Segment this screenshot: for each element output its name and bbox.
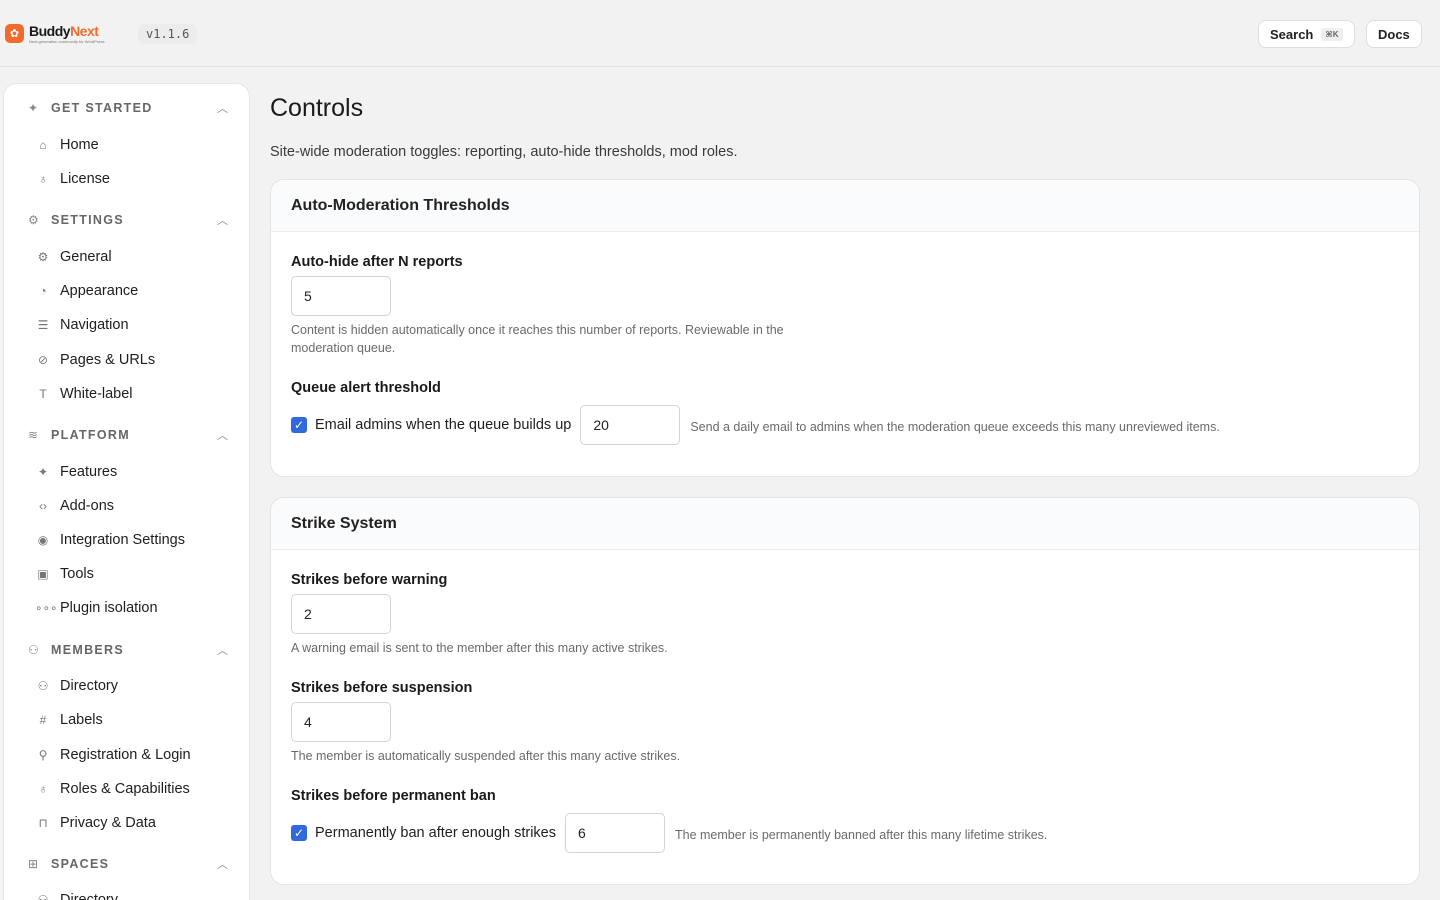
sidebar: ✦ GET STARTED ︿ ⌂ Home ♁ License ⚙ SETTI… [3,83,250,900]
dots-icon: ∘∘∘ [35,601,58,615]
eye-icon: ◉ [37,533,49,547]
sidebar-group-spaces[interactable]: ⊞ SPACES ︿ [28,854,228,874]
version-badge: v1.1.6 [138,24,198,44]
chevron-up-icon: ︿ [217,215,228,227]
lock-icon: ⊓ [38,816,48,830]
strikes-ban-field: Strikes before permanent ban ✓ Permanent… [291,788,1047,853]
strikes-warning-help: A warning email is sent to the member af… [291,641,668,655]
chevron-up-icon: ︿ [217,103,228,115]
permanent-ban-checkbox[interactable]: ✓ [291,825,307,841]
strikes-suspension-field: Strikes before suspension The member is … [291,680,680,765]
users-icon: ⚇ [37,679,49,693]
strikes-warning-input[interactable] [291,594,391,634]
page-subtitle: Site-wide moderation toggles: reporting,… [270,144,738,160]
layers-icon: ≋ [28,428,39,442]
auto-moderation-card: Auto-Moderation Thresholds Auto-hide aft… [270,179,1420,477]
queue-alert-label: Queue alert threshold [291,380,441,396]
sidebar-group-members[interactable]: ⚇ MEMBERS ︿ [28,640,228,660]
users-icon: ⚇ [37,893,49,900]
queue-alert-input[interactable] [580,405,681,445]
sidebar-item-spaces-directory[interactable]: ⚇ Directory [35,889,118,900]
permanent-ban-checkbox-label[interactable]: Permanently ban after enough strikes [315,825,556,841]
strikes-ban-label: Strikes before permanent ban [291,788,496,804]
queue-alert-checkbox-label[interactable]: Email admins when the queue builds up [315,417,571,433]
queue-alert-checkbox[interactable]: ✓ [291,417,307,433]
sidebar-item-white-label[interactable]: T White-label [35,383,132,405]
sidebar-item-roles-capabilities[interactable]: ♁ Roles & Capabilities [35,778,190,800]
sparkles-icon: ✦ [28,101,39,115]
sidebar-group-settings[interactable]: ⚙ SETTINGS ︿ [28,210,228,230]
queue-alert-help: Send a daily email to admins when the mo… [690,420,1220,434]
strikes-suspension-label: Strikes before suspension [291,680,473,696]
sidebar-item-pages-urls[interactable]: ⊘ Pages & URLs [35,349,155,371]
home-icon: ⌂ [39,138,47,152]
strikes-suspension-input[interactable] [291,702,391,742]
palette-icon: ◔ [39,284,47,298]
sidebar-item-plugin-isolation[interactable]: ∘∘∘ Plugin isolation [35,597,158,619]
sidebar-item-tools[interactable]: ▣ Tools [35,563,94,585]
code-icon: ‹› [39,499,47,513]
queue-alert-field: Queue alert threshold ✓ Email admins whe… [291,380,1220,445]
sidebar-item-privacy-data[interactable]: ⊓ Privacy & Data [35,812,156,834]
top-bar: ✿ BuddyNext Next-generation community fo… [0,0,1440,67]
autohide-input[interactable] [291,276,391,316]
sidebar-item-integration-settings[interactable]: ◉ Integration Settings [35,529,185,551]
strikes-warning-label: Strikes before warning [291,572,448,588]
award-icon: ♁ [38,172,48,186]
sidebar-group-get-started[interactable]: ✦ GET STARTED ︿ [28,98,228,118]
users-icon: ⚇ [28,643,39,657]
cpu-icon: ▣ [37,567,49,581]
hash-icon: # [39,713,47,727]
sidebar-item-navigation[interactable]: ☰ Navigation [35,314,129,336]
type-icon: T [39,387,47,401]
auto-moderation-card-title: Auto-Moderation Thresholds [271,180,1419,232]
brand-logo[interactable]: ✿ BuddyNext Next-generation community fo… [5,24,105,44]
sidebar-item-license[interactable]: ♁ License [35,168,110,190]
award-icon: ♁ [38,782,48,796]
sidebar-item-general[interactable]: ⚙ General [35,246,112,268]
strikes-suspension-help: The member is automatically suspended af… [291,749,681,763]
search-button[interactable]: Search ⌘K [1258,20,1355,48]
sidebar-item-registration-login[interactable]: ⚲ Registration & Login [35,744,191,766]
sidebar-item-directory[interactable]: ⚇ Directory [35,675,118,697]
search-button-label: Search [1270,26,1314,42]
chevron-up-icon: ︿ [217,430,228,442]
logo-icon: ✿ [5,24,24,43]
chevron-up-icon: ︿ [217,859,228,871]
page-title: Controls [270,94,364,122]
autohide-label: Auto-hide after N reports [291,254,463,270]
strike-system-card-title: Strike System [271,498,1419,550]
logo-tagline: Next-generation community for WordPress [29,39,105,44]
chevron-up-icon: ︿ [217,645,228,657]
sidebar-item-labels[interactable]: # Labels [35,709,103,731]
strikes-ban-input[interactable] [565,813,665,853]
sidebar-item-features[interactable]: ✦ Features [35,461,117,483]
gear-icon: ⚙ [37,250,49,264]
sparkles-icon: ✦ [37,465,49,479]
sidebar-item-add-ons[interactable]: ‹› Add-ons [35,495,114,517]
logo-name: BuddyNext [29,23,99,39]
autohide-help: Content is hidden automatically once it … [291,323,784,355]
docs-button[interactable]: Docs [1366,20,1422,48]
list-icon: ☰ [37,318,49,332]
strikes-ban-help: The member is permanently banned after t… [675,828,1048,842]
gear-icon: ⚙ [28,213,39,227]
autohide-field: Auto-hide after N reports Content is hid… [291,254,821,357]
sidebar-item-home[interactable]: ⌂ Home [35,134,98,156]
link-icon: ⊘ [37,353,49,367]
strikes-warning-field: Strikes before warning A warning email i… [291,572,668,657]
strike-system-card: Strike System Strikes before warning A w… [270,497,1420,885]
sidebar-group-platform[interactable]: ≋ PLATFORM ︿ [28,425,228,445]
user-icon: ⚲ [38,748,48,762]
grid-icon: ⊞ [28,857,39,871]
sidebar-item-appearance[interactable]: ◔ Appearance [35,280,138,302]
search-shortcut: ⌘K [1321,27,1343,41]
